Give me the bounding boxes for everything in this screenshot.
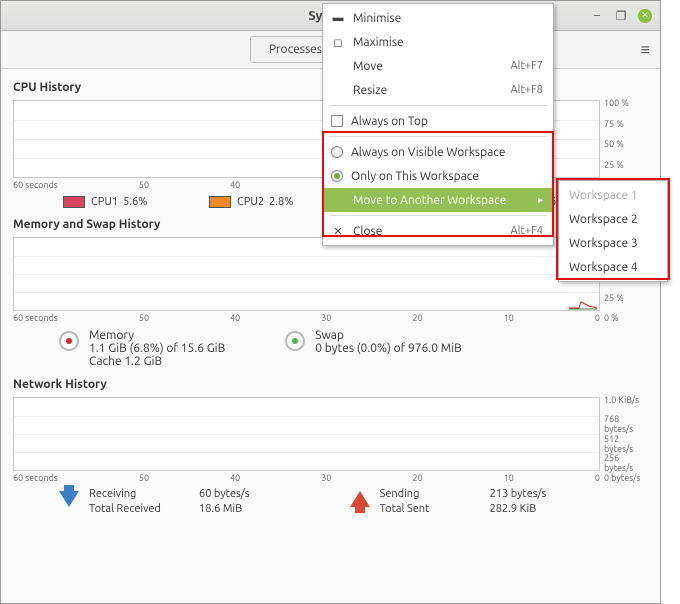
submenu-workspace-2[interactable]: Workspace 2 xyxy=(559,207,667,231)
workspace-submenu: Workspace 1 Workspace 2 Workspace 3 Work… xyxy=(558,180,668,282)
radio-icon xyxy=(331,146,343,158)
window-context-menu: ▬Minimise ◻Maximise MoveAlt+F7 ResizeAlt… xyxy=(322,3,554,246)
menu-always-on-top[interactable]: Always on Top xyxy=(323,109,553,133)
menu-move-to-workspace[interactable]: Move to Another Workspace▸ xyxy=(323,188,553,212)
chevron-right-icon: ▸ xyxy=(538,194,543,206)
menu-always-visible-workspace[interactable]: Always on Visible Workspace xyxy=(323,140,553,164)
menu-only-this-workspace[interactable]: Only on This Workspace xyxy=(323,164,553,188)
submenu-workspace-1: Workspace 1 xyxy=(559,183,667,207)
net-history-title: Network History xyxy=(13,378,648,391)
checkbox-icon xyxy=(331,115,343,127)
menu-icon[interactable]: ≡ xyxy=(641,41,650,60)
minimise-icon: ▬ xyxy=(331,12,345,24)
cpu1-legend: CPU1 5.6% xyxy=(63,196,173,208)
menu-maximise[interactable]: ◻Maximise xyxy=(323,30,553,54)
memory-stat: Memory 1.1 GiB (6.8%) of 15.6 GiB Cache … xyxy=(59,329,225,368)
close-x-icon: ✕ xyxy=(331,225,345,238)
menu-minimise[interactable]: ▬Minimise xyxy=(323,6,553,30)
submenu-workspace-4[interactable]: Workspace 4 xyxy=(559,255,667,279)
menu-resize[interactable]: ResizeAlt+F8 xyxy=(323,78,553,102)
net-graph xyxy=(13,397,600,471)
cpu2-legend: CPU2 2.8% xyxy=(209,196,319,208)
swap-stat: Swap 0 bytes (0.0%) of 976.0 MiB xyxy=(285,329,462,368)
upload-icon xyxy=(350,491,370,507)
maximize-icon[interactable]: ❐ xyxy=(614,9,628,23)
menu-close[interactable]: ✕CloseAlt+F4 xyxy=(323,219,553,243)
mem-graph xyxy=(13,237,600,311)
receiving-stat: Receiving60 bytes/s Total Received18.6 M… xyxy=(59,487,250,518)
submenu-workspace-3[interactable]: Workspace 3 xyxy=(559,231,667,255)
menu-move[interactable]: MoveAlt+F7 xyxy=(323,54,553,78)
close-icon[interactable]: ✕ xyxy=(638,9,652,23)
download-icon xyxy=(59,491,79,507)
radio-checked-icon xyxy=(331,170,343,182)
sending-stat: Sending213 bytes/s Total Sent282.9 KiB xyxy=(350,487,547,518)
minimize-icon[interactable]: – xyxy=(590,9,604,23)
maximise-icon: ◻ xyxy=(331,36,345,49)
